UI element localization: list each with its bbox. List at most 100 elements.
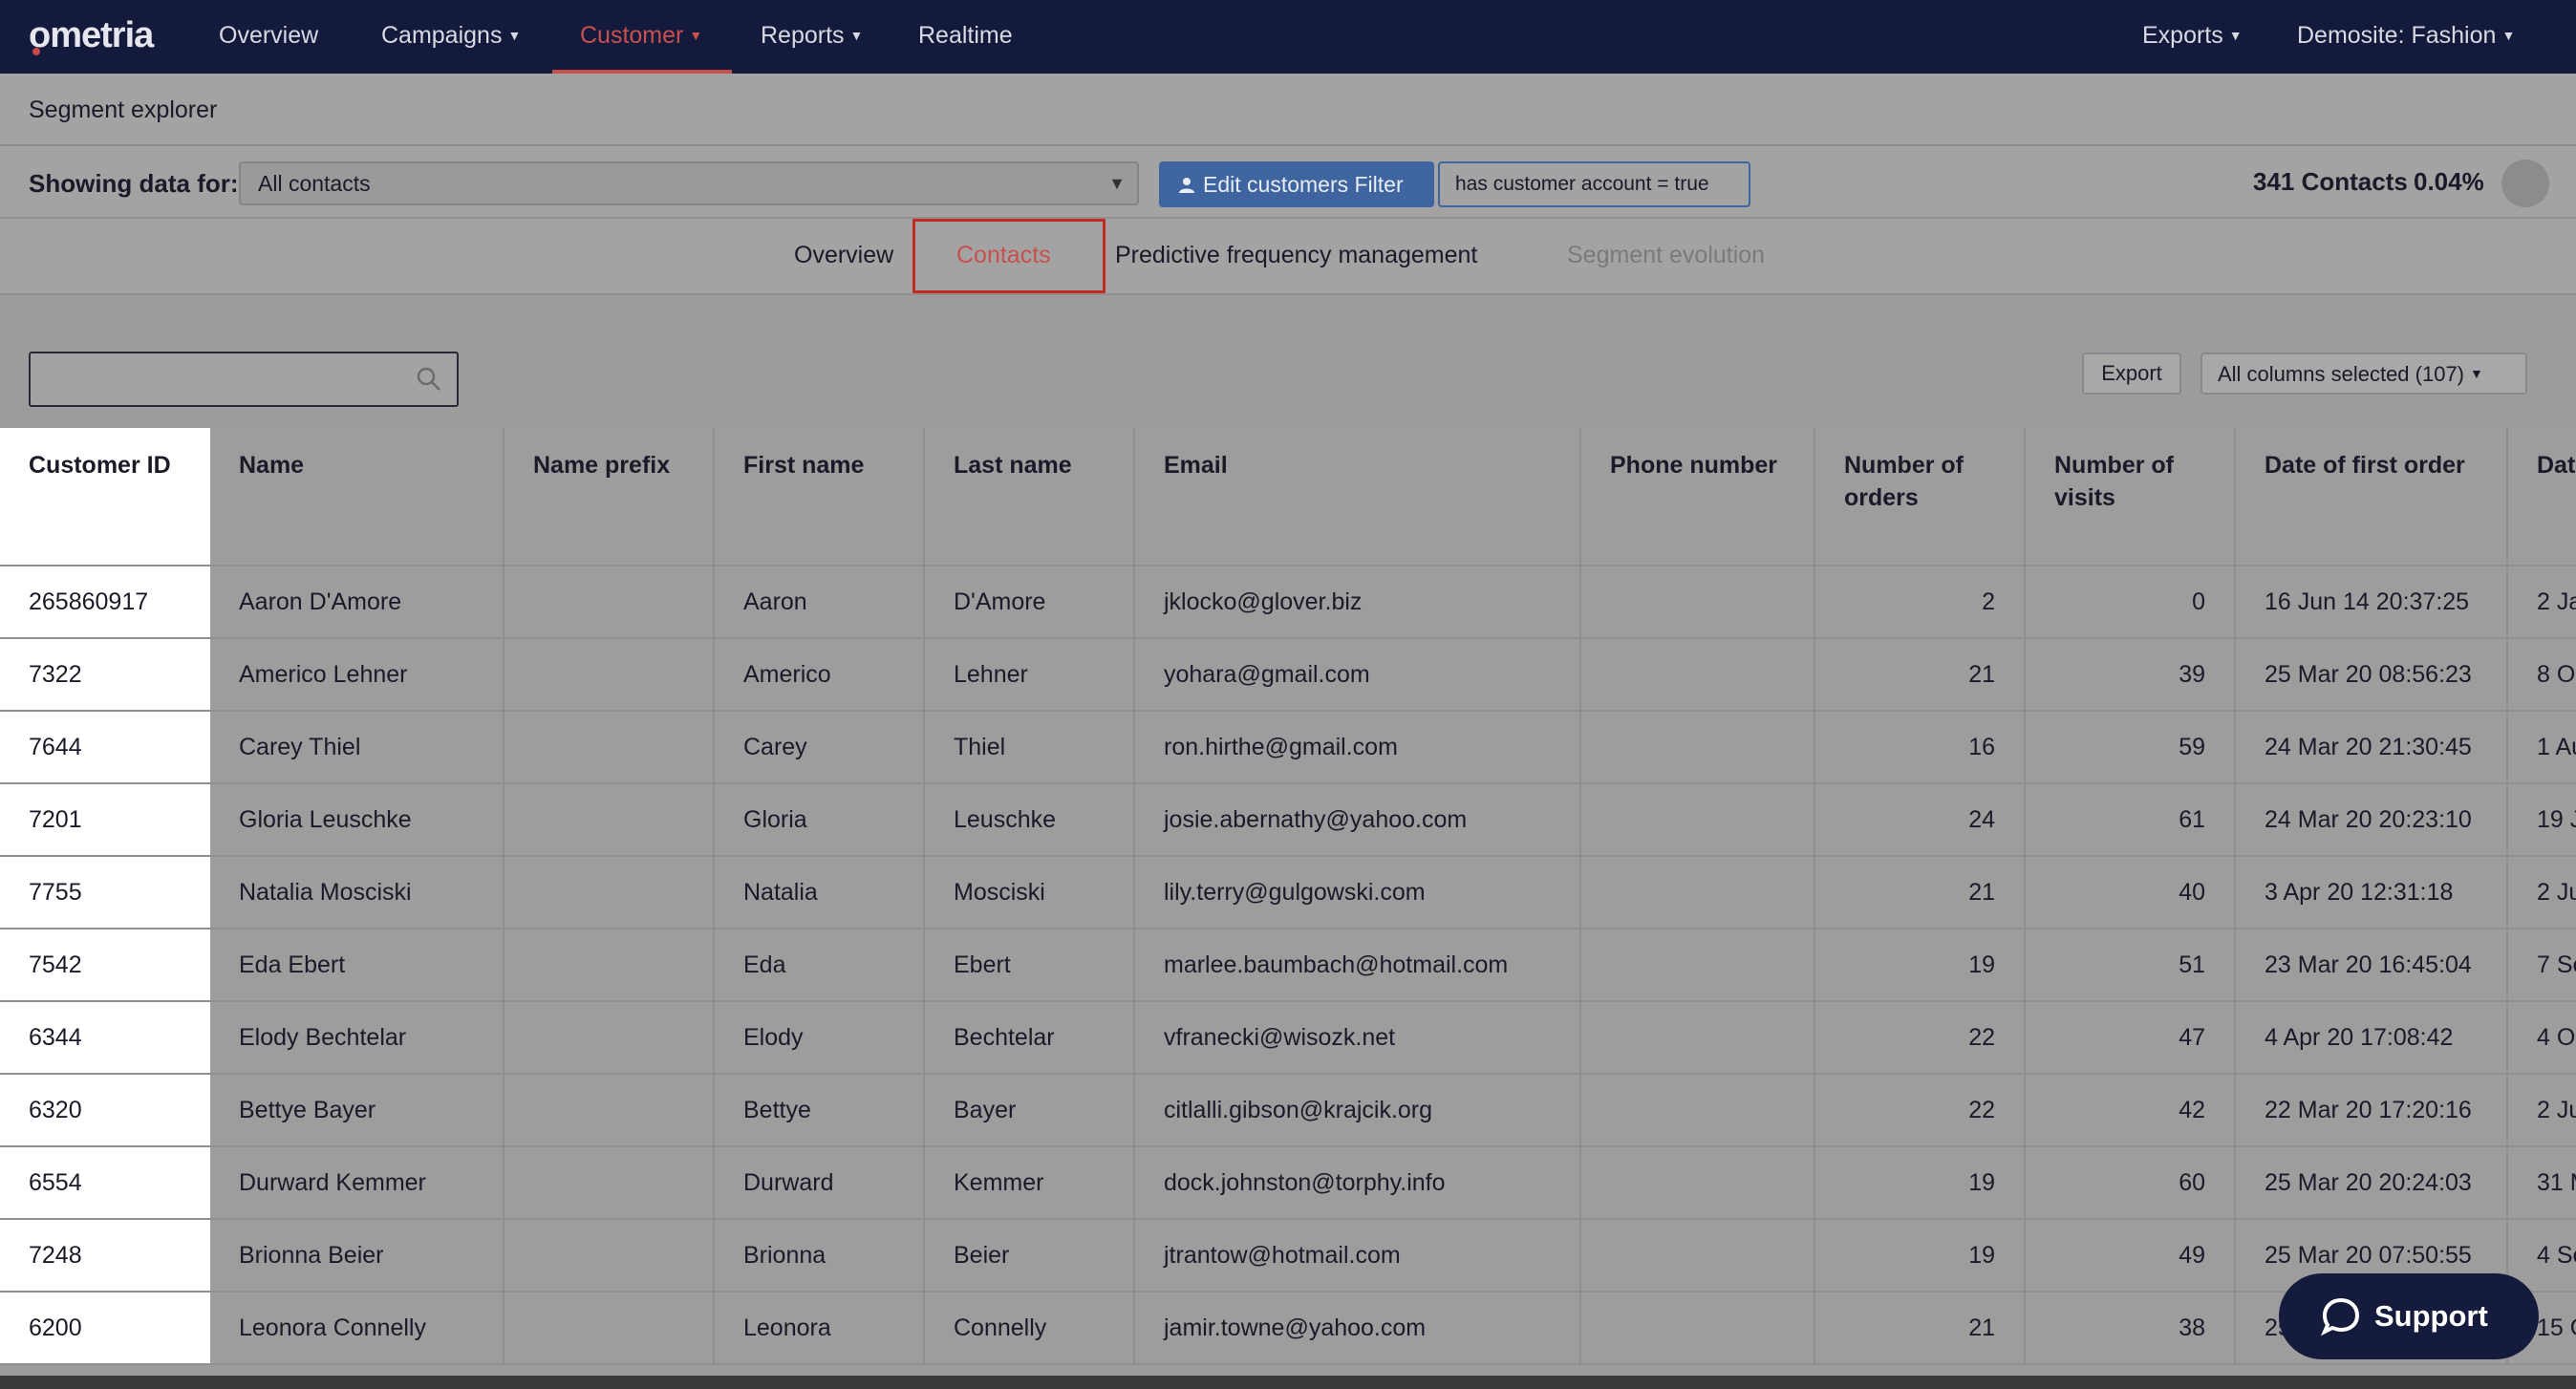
cell-name: Leonora Connelly <box>210 1292 504 1365</box>
nav-customer[interactable]: Customer ▼ <box>552 0 732 74</box>
cell-first-name: Aaron <box>714 566 925 639</box>
support-label: Support <box>2374 1299 2488 1333</box>
table-row[interactable]: 7322 Americo Lehner Americo Lehner yohara@gm… <box>0 638 2576 712</box>
table-row[interactable]: 6320 Bettye Bayer Bettye Bayer citlalli.gibs… <box>0 1074 2576 1147</box>
table-row[interactable]: 6200 Leonora Connelly Leonora Connelly jamir… <box>0 1292 2576 1365</box>
cell-last-name: Leuschke <box>924 783 1135 857</box>
filter-condition-chip[interactable]: has customer account = true <box>1438 161 1750 207</box>
contacts-search-input[interactable] <box>29 352 459 407</box>
cell-first-name: Durward <box>714 1146 925 1220</box>
table-row[interactable]: 7755 Natalia Mosciski Natalia Mosciski lily.… <box>0 856 2576 930</box>
nav-exports[interactable]: Exports ▼ <box>2142 0 2243 74</box>
chevron-down-icon: ▼ <box>507 28 522 43</box>
cell-name: Durward Kemmer <box>210 1146 504 1220</box>
cell-date-of-last-order: 1 Aug 20 10:04:12 <box>2507 711 2576 784</box>
columns-select-label: All columns selected (107) <box>2218 362 2465 386</box>
cell-name: Brionna Beier <box>210 1219 504 1293</box>
cell-phone-number <box>1580 1001 1815 1075</box>
cell-date-of-first-order: 3 Apr 20 12:31:18 <box>2235 856 2508 930</box>
segment-select-value: All contacts <box>258 171 371 196</box>
cell-date-of-first-order: 23 Mar 20 16:45:04 <box>2235 929 2508 1002</box>
cell-phone-number <box>1580 566 1815 639</box>
cell-number-of-orders: 2 <box>1814 566 2026 639</box>
ometria-logo[interactable]: ometria <box>29 15 154 56</box>
cell-phone-number <box>1580 783 1815 857</box>
table-row[interactable]: 7201 Gloria Leuschke Gloria Leuschke josie.a… <box>0 783 2576 857</box>
cell-email: yohara@gmail.com <box>1134 638 1581 712</box>
table-row[interactable]: 6554 Durward Kemmer Durward Kemmer dock.john… <box>0 1146 2576 1220</box>
table-row[interactable]: 7248 Brionna Beier Brionna Beier jtrantow@ho… <box>0 1219 2576 1293</box>
cell-phone-number <box>1580 856 1815 930</box>
export-button[interactable]: Export <box>2082 353 2181 395</box>
nav-campaigns[interactable]: Campaigns ▼ <box>381 0 521 74</box>
cell-date-of-last-order: 8 Oct 20 11:22:41 <box>2507 638 2576 712</box>
cell-customer-id: 7644 <box>0 711 210 784</box>
cell-first-name: Bettye <box>714 1074 925 1147</box>
contacts-table-container[interactable]: Customer ID Name Name prefix First name … <box>0 428 2576 1376</box>
column-header-first-name[interactable]: First name <box>714 428 925 566</box>
nav-realtime[interactable]: Realtime <box>918 0 1013 74</box>
column-header-number-of-visits[interactable]: Number of visits <box>2025 428 2236 566</box>
cell-date-of-first-order: 25 Mar 20 20:24:03 <box>2235 1146 2508 1220</box>
cell-customer-id: 7542 <box>0 929 210 1002</box>
column-header-name-prefix[interactable]: Name prefix <box>504 428 715 566</box>
cell-number-of-visits: 42 <box>2025 1074 2236 1147</box>
nav-reports[interactable]: Reports ▼ <box>761 0 863 74</box>
cell-number-of-visits: 40 <box>2025 856 2236 930</box>
cell-customer-id: 265860917 <box>0 566 210 639</box>
table-row[interactable]: 7644 Carey Thiel Carey Thiel ron.hirthe@gmai… <box>0 711 2576 784</box>
cell-date-of-last-order: 4 Oct 20 12:51:36 <box>2507 1001 2576 1075</box>
cell-date-of-last-order: 7 Sep 20 17:40:29 <box>2507 929 2576 1002</box>
cell-number-of-visits: 38 <box>2025 1292 2236 1365</box>
cell-email: ron.hirthe@gmail.com <box>1134 711 1581 784</box>
cell-customer-id: 7322 <box>0 638 210 712</box>
cell-name: Aaron D'Amore <box>210 566 504 639</box>
column-header-email[interactable]: Email <box>1134 428 1581 566</box>
cell-number-of-orders: 22 <box>1814 1074 2026 1147</box>
dropdown-arrow-icon: ▼ <box>1108 174 1126 193</box>
tab-overview[interactable]: Overview <box>794 242 893 269</box>
table-row[interactable]: 265860917 Aaron D'Amore Aaron D'Amore jklock… <box>0 566 2576 639</box>
cell-first-name: Gloria <box>714 783 925 857</box>
cell-date-of-last-order: 2 Jun 20 08:27:14 <box>2507 1074 2576 1147</box>
cell-first-name: Brionna <box>714 1219 925 1293</box>
cell-phone-number <box>1580 638 1815 712</box>
showing-data-label: Showing data for: <box>29 169 239 198</box>
cell-number-of-orders: 21 <box>1814 1292 2026 1365</box>
cell-number-of-visits: 51 <box>2025 929 2236 1002</box>
cell-first-name: Eda <box>714 929 925 1002</box>
cell-first-name: Leonora <box>714 1292 925 1365</box>
chevron-down-icon: ▼ <box>2501 28 2516 43</box>
column-header-date-of-first-order[interactable]: Date of first order <box>2235 428 2508 566</box>
edit-customers-filter-button[interactable]: Edit customers Filter <box>1159 161 1434 207</box>
cell-number-of-visits: 49 <box>2025 1219 2236 1293</box>
column-header-name[interactable]: Name <box>210 428 504 566</box>
column-header-phone-number[interactable]: Phone number <box>1580 428 1815 566</box>
column-header-date-of-last-order[interactable]: Date of last order <box>2507 428 2576 566</box>
column-header-last-name[interactable]: Last name <box>924 428 1135 566</box>
tab-segment-evolution: Segment evolution <box>1567 242 1766 268</box>
contacts-percentage: 0.04% <box>2414 167 2484 196</box>
cell-phone-number <box>1580 1146 1815 1220</box>
segment-select[interactable]: All contacts ▼ <box>239 161 1139 205</box>
column-header-number-of-orders[interactable]: Number of orders <box>1814 428 2026 566</box>
nav-overview[interactable]: Overview <box>219 0 318 74</box>
cell-name: Natalia Mosciski <box>210 856 504 930</box>
cell-name-prefix <box>504 783 715 857</box>
columns-select-button[interactable]: All columns selected (107) ▼ <box>2200 353 2527 395</box>
cell-number-of-orders: 24 <box>1814 783 2026 857</box>
table-row[interactable]: 6344 Elody Bechtelar Elody Bechtelar vfranec… <box>0 1001 2576 1075</box>
column-header-customer-id[interactable]: Customer ID <box>0 428 210 566</box>
tab-predictive-frequency-management[interactable]: Predictive frequency management <box>1115 242 1477 269</box>
cell-name: Carey Thiel <box>210 711 504 784</box>
cell-email: marlee.baumbach@hotmail.com <box>1134 929 1581 1002</box>
edit-filter-label: Edit customers Filter <box>1203 172 1404 197</box>
horizontal-scrollbar[interactable] <box>0 1376 2576 1389</box>
nav-site-switcher[interactable]: Demosite: Fashion ▼ <box>2297 0 2515 74</box>
table-row[interactable]: 7542 Eda Ebert Eda Ebert marlee.baumbach@hot… <box>0 929 2576 1002</box>
cell-date-of-last-order: 19 Jul 20 14:33:02 <box>2507 783 2576 857</box>
page-header: Segment explorer <box>0 74 2576 146</box>
support-chat-button[interactable]: Support <box>2279 1273 2539 1359</box>
chevron-down-icon: ▼ <box>689 28 703 43</box>
contacts-count: 341 Contacts <box>2253 167 2408 196</box>
